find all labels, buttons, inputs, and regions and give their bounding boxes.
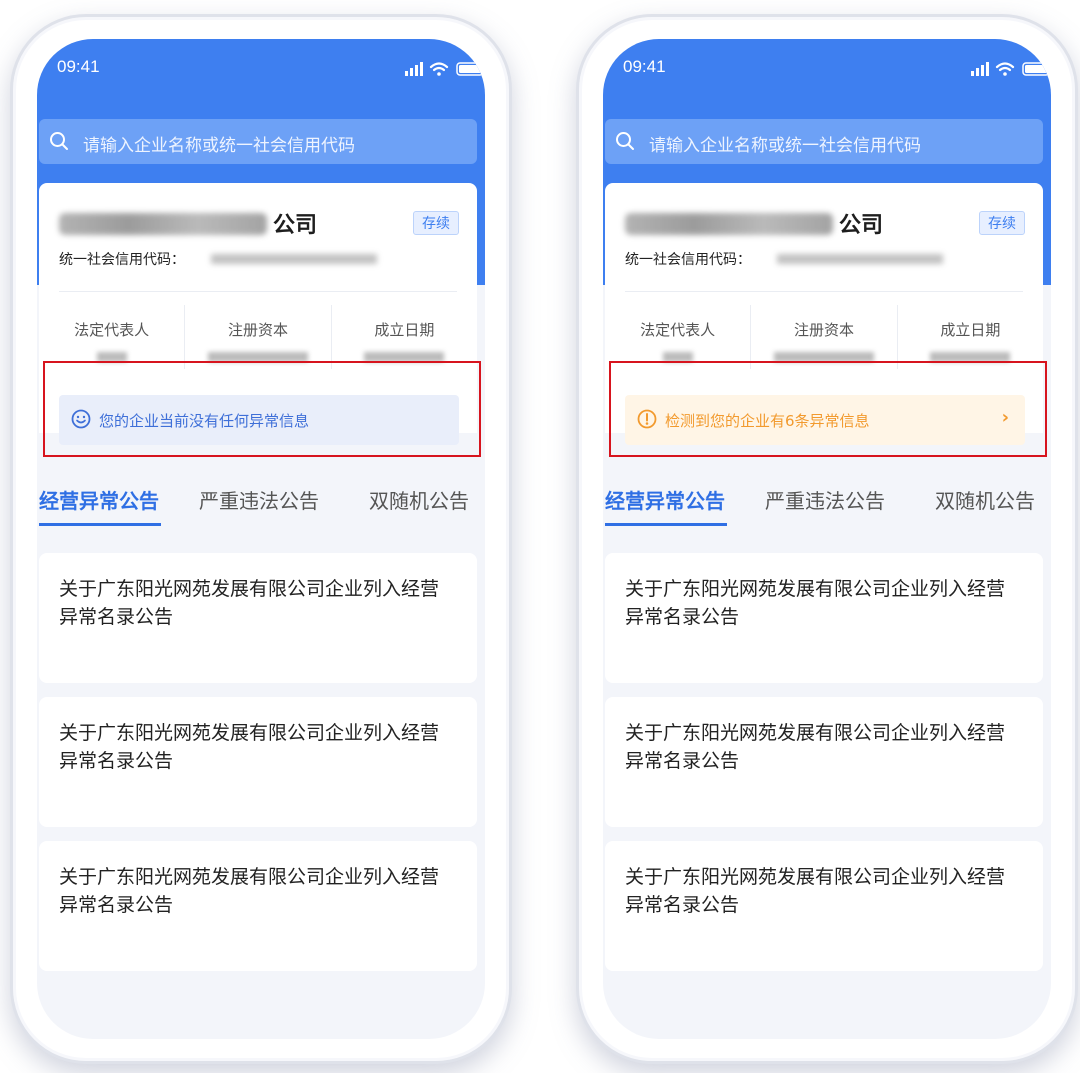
announcement-item[interactable]: 关于广东阳光网苑发展有限公司企业列入经营异常名录公告 (605, 697, 1043, 827)
status-bar: 09:41 (57, 57, 485, 87)
company-info-row: 法定代表人 注册资本 成立日期 (605, 305, 1043, 369)
battery-icon (1022, 62, 1050, 76)
tab-serious-violation[interactable]: 严重违法公告 (765, 485, 885, 514)
highlight-frame (43, 361, 481, 457)
announcement-tabs: 经营异常公告 严重违法公告 双随机公告 (603, 477, 1051, 529)
info-label: 成立日期 (374, 321, 435, 339)
info-registered-capital: 注册资本 (750, 305, 896, 369)
info-label: 注册资本 (227, 321, 288, 339)
phone-screen: 09:41 请输入企业名称或统一社会信用代码 公司 存续 统一社会信用代码： 法… (603, 39, 1051, 1039)
search-placeholder: 请输入企业名称或统一社会信用代码 (83, 136, 355, 156)
tab-business-abnormal[interactable]: 经营异常公告 (605, 485, 725, 514)
credit-code-redacted (777, 254, 943, 264)
phone-left: 09:41 请输入企业名称或统一社会信用代码 公司 存续 统一社会信用代码： 法… (10, 14, 512, 1064)
search-input[interactable]: 请输入企业名称或统一社会信用代码 (605, 119, 1043, 164)
info-registered-capital: 注册资本 (184, 305, 330, 369)
status-bar: 09:41 (623, 57, 1051, 87)
announcement-item[interactable]: 关于广东阳光网苑发展有限公司企业列入经营异常名录公告 (39, 697, 477, 827)
info-legal-representative: 法定代表人 (39, 305, 184, 369)
divider (625, 291, 1023, 292)
credit-code-label: 统一社会信用代码： (59, 252, 185, 268)
wifi-icon (429, 62, 449, 72)
status-badge: 存续 (413, 211, 459, 235)
info-label: 注册资本 (793, 321, 854, 339)
announcement-title: 关于广东阳光网苑发展有限公司企业列入经营异常名录公告 (625, 722, 1006, 772)
status-time: 09:41 (57, 57, 100, 76)
status-icons (971, 61, 1051, 81)
status-time: 09:41 (623, 57, 666, 76)
announcement-item[interactable]: 关于广东阳光网苑发展有限公司企业列入经营异常名录公告 (605, 841, 1043, 971)
announcement-title: 关于广东阳光网苑发展有限公司企业列入经营异常名录公告 (59, 866, 440, 916)
divider (59, 291, 457, 292)
company-name: 公司 (839, 213, 884, 238)
credit-code-redacted (211, 254, 377, 264)
info-label: 成立日期 (940, 321, 1001, 339)
company-name: 公司 (273, 213, 318, 238)
active-tab-indicator (605, 523, 727, 526)
highlight-frame (609, 361, 1047, 457)
search-input[interactable]: 请输入企业名称或统一社会信用代码 (39, 119, 477, 164)
announcement-item[interactable]: 关于广东阳光网苑发展有限公司企业列入经营异常名录公告 (39, 841, 477, 971)
company-info-row: 法定代表人 注册资本 成立日期 (39, 305, 477, 369)
signal-icon (405, 62, 423, 76)
search-placeholder: 请输入企业名称或统一社会信用代码 (649, 136, 921, 156)
info-label: 法定代表人 (74, 321, 150, 339)
company-name-redacted (625, 213, 833, 235)
signal-icon (971, 62, 989, 76)
battery-icon (456, 62, 484, 76)
info-established-date: 成立日期 (896, 305, 1043, 369)
announcement-title: 关于广东阳光网苑发展有限公司企业列入经营异常名录公告 (625, 866, 1006, 916)
phone-screen: 09:41 请输入企业名称或统一社会信用代码 公司 存续 统一社会信用代码： 法… (37, 39, 485, 1039)
tab-business-abnormal[interactable]: 经营异常公告 (39, 485, 159, 514)
tab-random-inspection[interactable]: 双随机公告 (369, 485, 469, 514)
active-tab-indicator (39, 523, 161, 526)
status-badge: 存续 (979, 211, 1025, 235)
info-established-date: 成立日期 (330, 305, 477, 369)
search-icon (615, 131, 635, 155)
status-icons (405, 61, 485, 81)
wifi-icon (995, 62, 1015, 72)
announcement-tabs: 经营异常公告 严重违法公告 双随机公告 (37, 477, 485, 529)
announcement-item[interactable]: 关于广东阳光网苑发展有限公司企业列入经营异常名录公告 (39, 553, 477, 683)
announcement-item[interactable]: 关于广东阳光网苑发展有限公司企业列入经营异常名录公告 (605, 553, 1043, 683)
info-label: 法定代表人 (640, 321, 716, 339)
announcement-title: 关于广东阳光网苑发展有限公司企业列入经营异常名录公告 (625, 578, 1006, 628)
credit-code-label: 统一社会信用代码： (625, 252, 751, 268)
search-icon (49, 131, 69, 155)
announcement-title: 关于广东阳光网苑发展有限公司企业列入经营异常名录公告 (59, 578, 440, 628)
company-name-redacted (59, 213, 267, 235)
phone-right: 09:41 请输入企业名称或统一社会信用代码 公司 存续 统一社会信用代码： 法… (576, 14, 1078, 1064)
info-legal-representative: 法定代表人 (605, 305, 750, 369)
announcement-title: 关于广东阳光网苑发展有限公司企业列入经营异常名录公告 (59, 722, 440, 772)
tab-serious-violation[interactable]: 严重违法公告 (199, 485, 319, 514)
tab-random-inspection[interactable]: 双随机公告 (935, 485, 1035, 514)
